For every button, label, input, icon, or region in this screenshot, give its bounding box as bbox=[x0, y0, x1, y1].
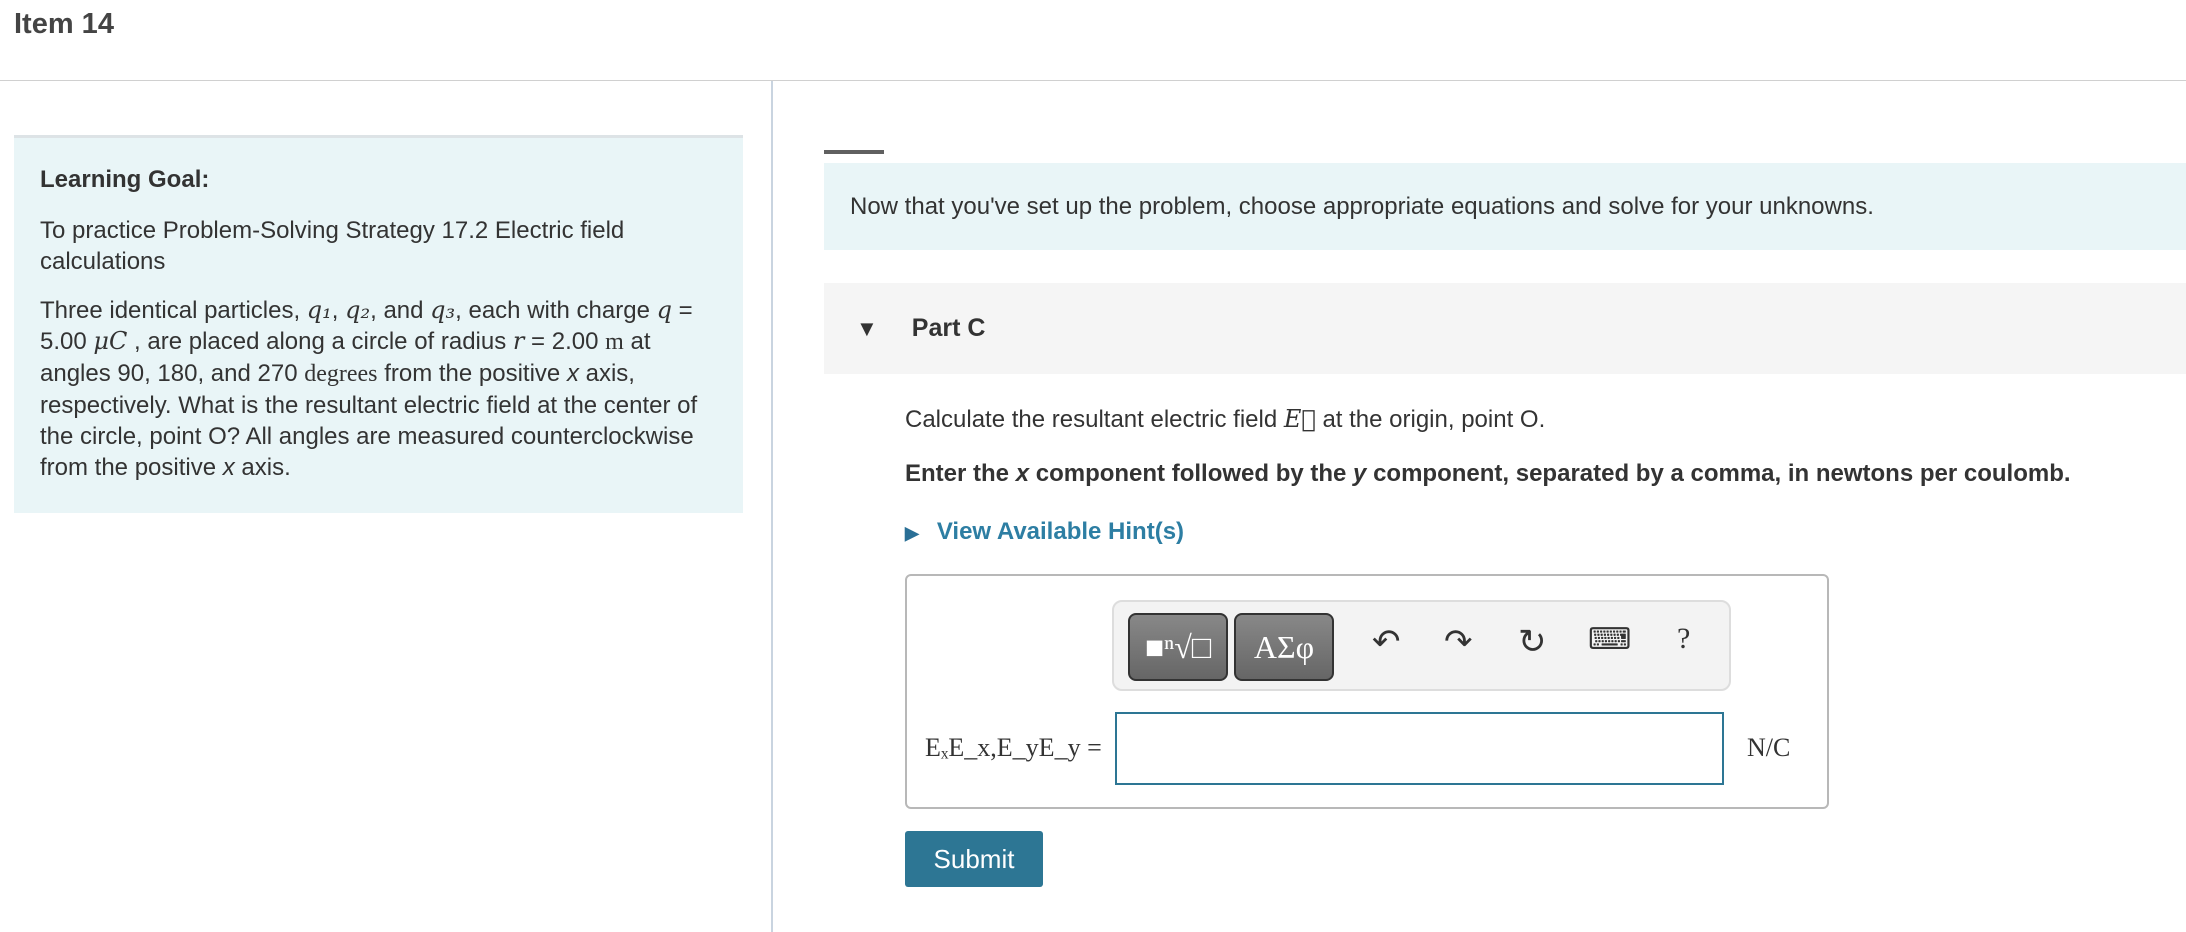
header-divider bbox=[0, 80, 2186, 81]
learning-goal-heading: Learning Goal: bbox=[40, 166, 210, 193]
part-label: Part C bbox=[911, 314, 986, 342]
part-c-header[interactable]: ▼ Part C bbox=[824, 283, 2186, 374]
view-hints-link[interactable]: ▶ View Available Hint(s) bbox=[905, 518, 1184, 546]
panel-divider[interactable] bbox=[771, 81, 773, 932]
expand-triangle-icon: ▶ bbox=[905, 523, 919, 543]
learning-goal-intro: To practice Problem-Solving Strategy 17.… bbox=[40, 217, 625, 275]
help-icon[interactable]: ? bbox=[1677, 622, 1690, 656]
learning-goal-panel: Learning Goal: To practice Problem-Solvi… bbox=[14, 135, 743, 513]
unit-label: N/C bbox=[1747, 733, 1791, 762]
keyboard-icon[interactable]: ⌨ bbox=[1588, 622, 1631, 657]
greek-symbols-button[interactable]: ΑΣφ bbox=[1234, 613, 1334, 681]
answer-instructions: Enter the x component followed by the y … bbox=[905, 460, 2071, 487]
redo-icon[interactable]: ↷ bbox=[1444, 622, 1473, 662]
templates-button[interactable]: ■ⁿ√□ bbox=[1128, 613, 1228, 681]
cut-off-heading bbox=[824, 150, 884, 158]
collapse-triangle-icon: ▼ bbox=[856, 315, 878, 341]
question-text: Calculate the resultant electric field E… bbox=[905, 405, 1546, 433]
answer-input[interactable] bbox=[1115, 712, 1724, 785]
answer-label: EₓE_x,E_yE_y = bbox=[925, 733, 1102, 762]
undo-icon[interactable]: ↶ bbox=[1372, 622, 1401, 662]
submit-button[interactable]: Submit bbox=[905, 831, 1043, 887]
item-title: Item 14 bbox=[14, 8, 114, 40]
problem-statement: Three identical particles, q₁, q₂, and q… bbox=[40, 296, 698, 481]
solve-intro: Now that you've set up the problem, choo… bbox=[824, 163, 2186, 250]
reset-icon[interactable]: ↻ bbox=[1518, 622, 1547, 662]
math-toolbar: ■ⁿ√□ ΑΣφ ↶ ↷ ↻ ⌨ ? bbox=[1112, 600, 1731, 691]
